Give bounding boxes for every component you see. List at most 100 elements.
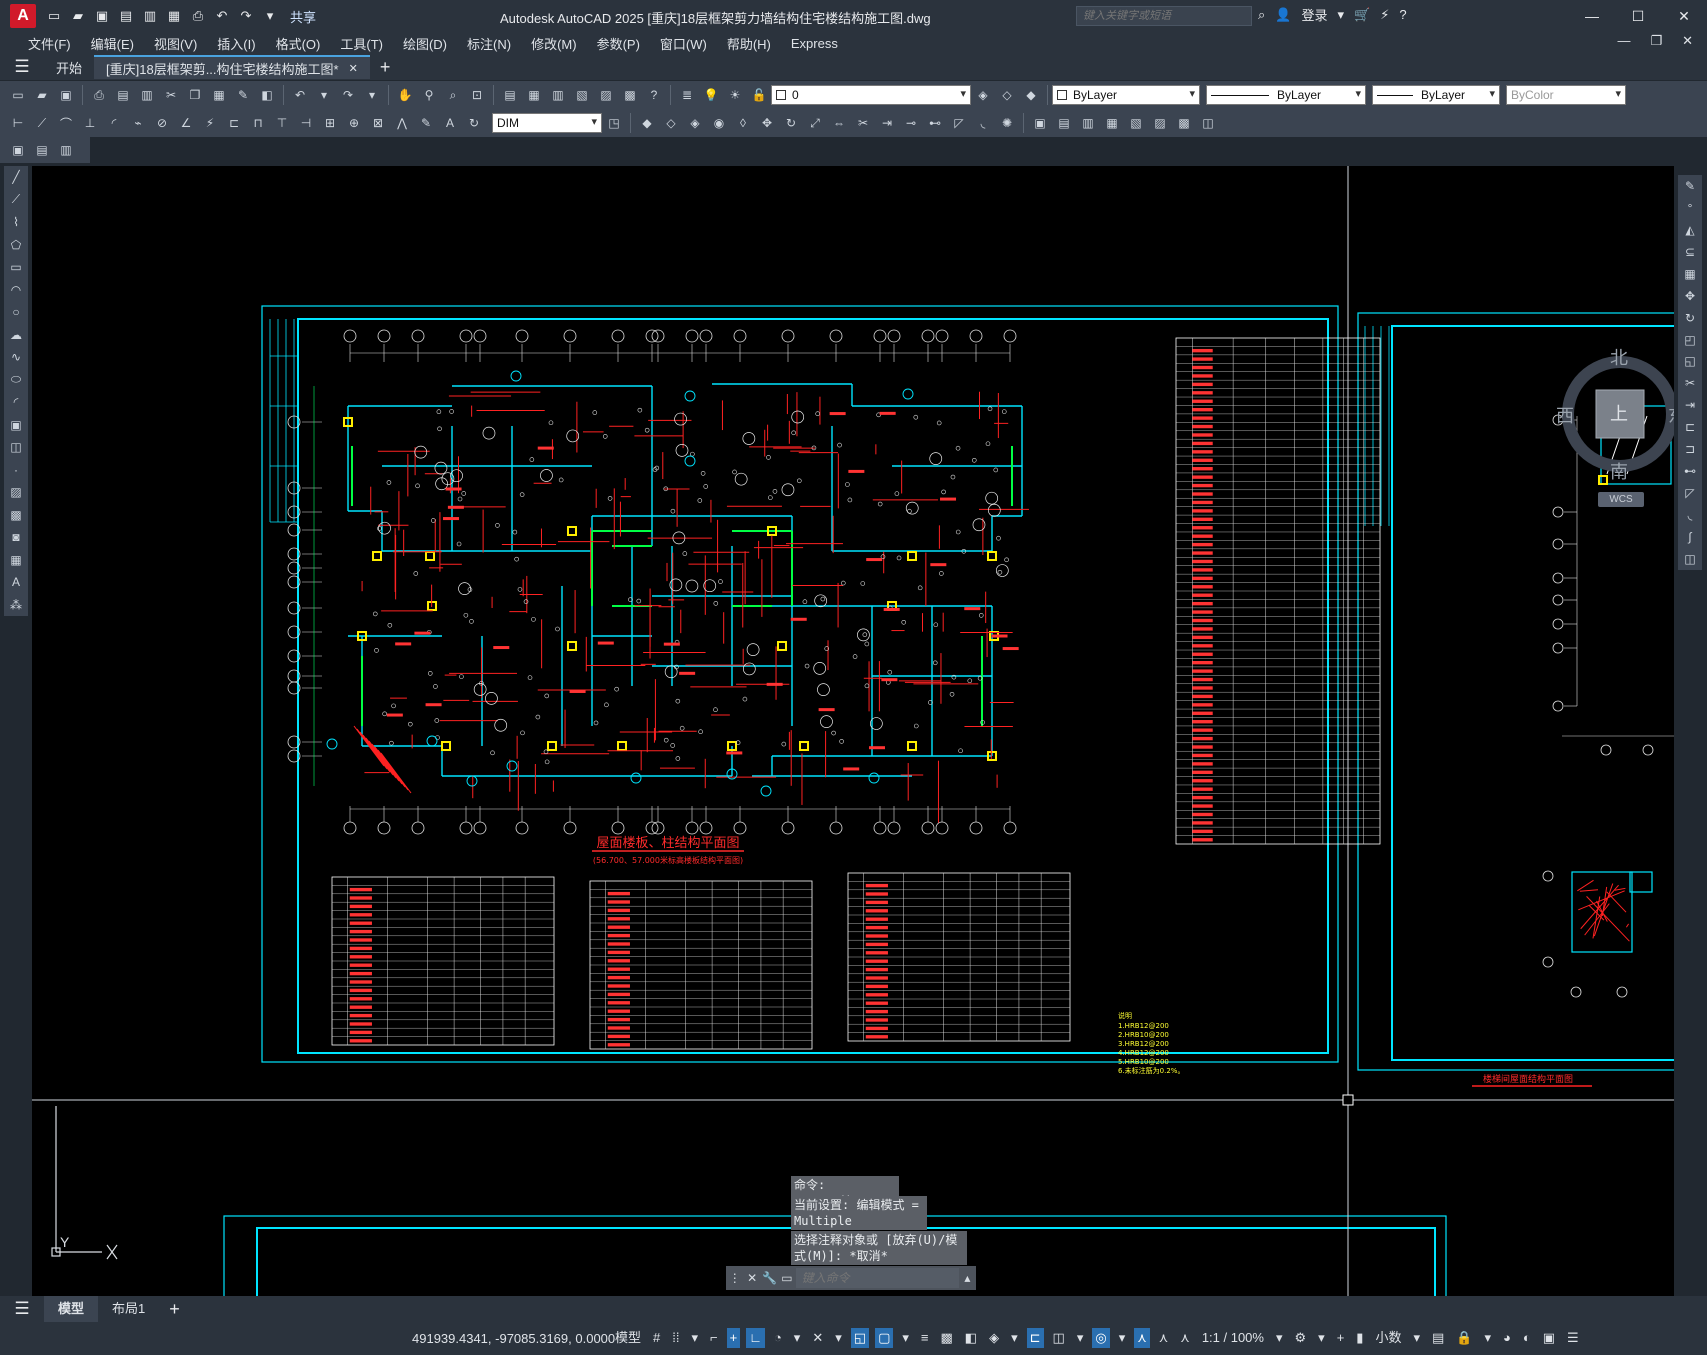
open-folder-icon[interactable]: ▰ — [68, 6, 88, 26]
layer-properties-icon[interactable]: ≣ — [676, 84, 698, 106]
continue-dim-icon[interactable]: ⊓ — [247, 112, 269, 134]
linear-dim-icon[interactable]: ⊢ — [7, 112, 29, 134]
diameter-dim-icon[interactable]: ⊘ — [151, 112, 173, 134]
tool-palettes-icon[interactable]: ▥ — [547, 84, 569, 106]
modify-array-icon[interactable]: ◊ — [732, 112, 754, 134]
modify-join-icon[interactable]: ⊷ — [924, 112, 946, 134]
minimize-icon[interactable]: — — [1569, 0, 1615, 32]
tolerance-icon[interactable]: ⊞ — [319, 112, 341, 134]
layer-lock-icon[interactable]: 🔓 — [748, 84, 770, 106]
gradient-icon[interactable]: ▩ — [5, 505, 27, 526]
modify-offset-icon[interactable]: ◉ — [708, 112, 730, 134]
menu-help[interactable]: 帮助(H) — [717, 34, 781, 53]
user-icon[interactable]: 👤 — [1275, 7, 1291, 23]
layout-menu-icon[interactable]: ☰ — [0, 1299, 44, 1319]
object-snap-dropdown-icon[interactable]: ▾ — [899, 1328, 912, 1348]
doc-restore-icon[interactable]: ❐ — [1650, 33, 1662, 49]
dim-update-icon[interactable]: ↻ — [463, 112, 485, 134]
menu-insert[interactable]: 插入(I) — [207, 34, 265, 53]
block-create-icon[interactable]: ▤ — [31, 139, 53, 161]
color-dropdown[interactable]: ByLayer — [1052, 85, 1200, 105]
join-icon[interactable]: ⊷ — [1679, 461, 1701, 482]
new-file-icon[interactable]: ▭ — [44, 6, 64, 26]
object-snap-tracking-icon[interactable]: ◱ — [850, 1328, 870, 1348]
new-icon[interactable]: ▭ — [7, 84, 29, 106]
zoom-realtime-icon[interactable]: ⚲ — [418, 84, 440, 106]
open-icon[interactable]: ▰ — [31, 84, 53, 106]
dim-style-manager-icon[interactable]: ◳ — [603, 112, 625, 134]
isolate-objects-icon[interactable]: ◕ — [1500, 1328, 1514, 1348]
workspace-gear-icon[interactable]: ⚙ — [1292, 1328, 1310, 1348]
command-input[interactable] — [795, 1268, 959, 1288]
menu-view[interactable]: 视图(V) — [144, 34, 207, 53]
save-icon[interactable]: ▣ — [92, 6, 112, 26]
construction-line-icon[interactable]: ⟋ — [5, 190, 27, 211]
ellipse-icon[interactable]: ⬭ — [5, 370, 27, 391]
make-block-icon[interactable]: ◫ — [5, 437, 27, 458]
view-right-icon[interactable]: ▦ — [1101, 112, 1123, 134]
isodraft-dropdown-icon[interactable]: ▾ — [832, 1328, 845, 1348]
command-recent-icon[interactable]: ▭ — [778, 1271, 795, 1285]
modify-trim-icon[interactable]: ✂ — [852, 112, 874, 134]
copy-icon[interactable]: ❐ — [184, 84, 206, 106]
grid-icon[interactable]: # — [650, 1328, 663, 1348]
insert-block-icon[interactable]: ▣ — [5, 415, 27, 436]
modify-explode-icon[interactable]: ✺ — [996, 112, 1018, 134]
doc-minimize-icon[interactable]: — — [1617, 33, 1630, 49]
markup-icon[interactable]: ▨ — [595, 84, 617, 106]
polar-icon[interactable]: ◔ — [771, 1328, 785, 1348]
annotation-scale-value[interactable]: 1:1 / 100% — [1199, 1328, 1267, 1348]
help-icon[interactable]: ? — [1399, 7, 1406, 22]
model-space-button[interactable]: 模型 — [612, 1328, 644, 1348]
dim-space-icon[interactable]: ⊤ — [271, 112, 293, 134]
menu-modify[interactable]: 修改(M) — [521, 34, 587, 53]
rectangle-icon[interactable]: ▭ — [5, 257, 27, 278]
snap-icon[interactable]: ⁞⁞ — [669, 1328, 682, 1348]
jogged-linear-icon[interactable]: ⋀ — [391, 112, 413, 134]
snap-dropdown-icon[interactable]: ▾ — [688, 1328, 701, 1348]
redo-icon[interactable]: ↷ — [337, 84, 359, 106]
help-icon[interactable]: ? — [643, 84, 665, 106]
clean-screen-icon[interactable]: ▣ — [1540, 1328, 1558, 1348]
publish-icon[interactable]: ▥ — [136, 84, 158, 106]
plotstyle-dropdown[interactable]: ByColor — [1506, 85, 1626, 105]
menu-parametric[interactable]: 参数(P) — [587, 34, 650, 53]
layer-previous-icon[interactable]: ◇ — [996, 84, 1018, 106]
undo-dropdown-icon[interactable]: ▾ — [313, 84, 335, 106]
modify-rotate-icon[interactable]: ↻ — [780, 112, 802, 134]
save-icon[interactable]: ▣ — [55, 84, 77, 106]
annotation-scale-dropdown-icon[interactable]: ▾ — [1273, 1328, 1286, 1348]
block-insert-icon[interactable]: ▣ — [7, 139, 29, 161]
object-snap-icon[interactable]: ▢ — [875, 1328, 894, 1348]
make-current-layer-icon[interactable]: ◈ — [972, 84, 994, 106]
table-icon[interactable]: ▦ — [5, 550, 27, 571]
viewport-grip[interactable] — [1342, 1094, 1354, 1106]
dynamic-input-icon[interactable]: + — [726, 1328, 741, 1348]
copy-icon[interactable]: ° — [1679, 197, 1701, 218]
tab-start[interactable]: 开始 — [44, 55, 94, 79]
view-iso-icon[interactable]: ▧ — [1125, 112, 1147, 134]
menu-window[interactable]: 窗口(W) — [650, 34, 717, 53]
center-mark-icon[interactable]: ⊕ — [343, 112, 365, 134]
viewcube-west[interactable]: 西 — [1556, 402, 1574, 428]
modify-erase-icon[interactable]: ◆ — [636, 112, 658, 134]
extend-icon[interactable]: ⇥ — [1679, 395, 1701, 416]
plot-icon[interactable]: ▦ — [164, 6, 184, 26]
preview-icon[interactable]: ▤ — [112, 84, 134, 106]
wcs-menu[interactable]: WCS — [1598, 492, 1644, 507]
autocad-logo-icon[interactable]: A — [10, 4, 36, 28]
dynamic-ucs-icon[interactable]: ⊏ — [1026, 1328, 1044, 1348]
view-iso2-icon[interactable]: ▨ — [1149, 112, 1171, 134]
arc-icon[interactable]: ◠ — [5, 280, 27, 301]
revision-cloud-icon[interactable]: ☁ — [5, 325, 27, 346]
auto-scale-icon[interactable]: ⋏ — [1156, 1328, 1172, 1348]
view-left-icon[interactable]: ▥ — [1077, 112, 1099, 134]
selection-cycling-icon[interactable]: ◧ — [962, 1328, 980, 1348]
spline-icon[interactable]: ∿ — [5, 347, 27, 368]
drawing-area[interactable]: Y 屋面楼板、柱结构平面图 (56.700、57.000米标高楼板结构平面图) … — [32, 166, 1674, 1296]
blend-icon[interactable]: ∫ — [1679, 527, 1701, 548]
menu-tools[interactable]: 工具(T) — [330, 34, 393, 53]
radius-dim-icon[interactable]: ◜ — [103, 112, 125, 134]
undo-icon[interactable]: ↶ — [289, 84, 311, 106]
menu-edit[interactable]: 编辑(E) — [81, 34, 144, 53]
